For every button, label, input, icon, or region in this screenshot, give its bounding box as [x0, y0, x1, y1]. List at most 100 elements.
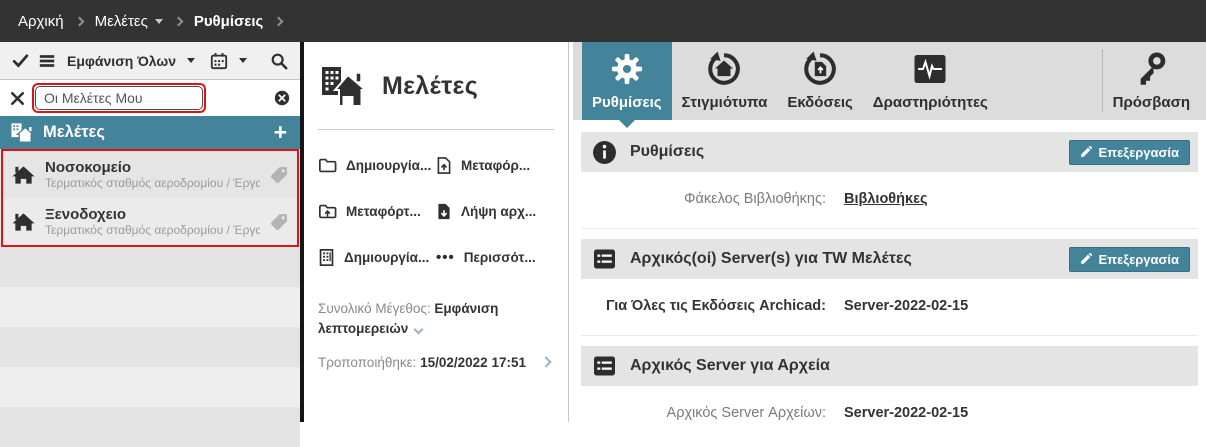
detail-panel: Μελέτες Δημιουργία... Μεταφόρ... Μεταφόρ… — [304, 42, 569, 422]
pencil-icon — [1081, 146, 1093, 157]
actions-grid: Δημιουργία... Μεταφόρ... Μεταφόρτ... Λήψ… — [318, 156, 554, 267]
detail-title: Μελέτες — [382, 71, 478, 100]
sidebar-toolbar: Εμφάνιση Όλων — [0, 42, 300, 80]
tab-snapshots[interactable]: Στιγμιότυπα — [672, 42, 778, 120]
row-value: Server-2022-02-15 — [844, 405, 969, 421]
building-icon — [318, 248, 335, 267]
search-input[interactable] — [35, 86, 203, 110]
action-label: Μεταφόρτ... — [346, 204, 421, 219]
folder-icon — [318, 157, 337, 174]
action-label: Δημιουργία... — [346, 158, 432, 173]
clear-search-icon[interactable] — [274, 90, 290, 106]
breadcrumb-projects-label: Μελέτες — [94, 12, 148, 30]
calendar-icon[interactable] — [210, 52, 228, 70]
list-item-hotel[interactable]: Ξενοδοχειο Τερματικός σταθμός αεροδρομίο… — [3, 198, 297, 245]
chevron-right-icon[interactable] — [540, 355, 552, 368]
sidebar-search-row — [0, 80, 300, 116]
section-file-server: Αρχικός Server για Αρχεία Αρχικός Server… — [581, 346, 1198, 442]
search-icon[interactable] — [270, 52, 288, 70]
activity-pulse-icon — [912, 49, 948, 89]
chevron-right-icon — [74, 16, 85, 26]
edit-settings-button[interactable]: Επεξεργασία — [1069, 139, 1190, 165]
breadcrumb-projects[interactable]: Μελέτες — [95, 13, 163, 30]
tab-label: Ρυθμίσεις — [592, 94, 662, 111]
add-project-button[interactable]: + — [274, 121, 290, 144]
archicad-versions-row: Για Όλες τις Εκδόσεις Archicad: Server-2… — [581, 279, 1198, 335]
tag-icon — [269, 212, 289, 232]
menu-icon[interactable] — [38, 52, 56, 70]
annotation-highlight-search — [32, 83, 206, 113]
section-title: Αρχικός(οί) Server(s) για TW Μελέτες — [630, 250, 912, 267]
more-actions-button[interactable]: ••• Περισσότ... — [436, 248, 554, 267]
list-empty-row — [0, 287, 300, 327]
total-size-label: Συνολικό Μέγεθος: — [318, 301, 431, 316]
chevron-down-icon[interactable] — [187, 58, 195, 63]
sidebar-list-header: Μελέτες + — [0, 116, 300, 149]
tab-label: Εκδόσεις — [787, 94, 853, 111]
section-title: Αρχικός Server για Αρχεία — [630, 357, 830, 374]
edit-button-label: Επεξεργασία — [1098, 251, 1179, 267]
filter-dropdown[interactable]: Εμφάνιση Όλων — [67, 53, 176, 69]
tab-label: Δραστηριότητες — [872, 94, 988, 111]
list-empty-row — [0, 327, 300, 367]
chevron-down-icon[interactable] — [239, 58, 247, 63]
list-empty-row — [0, 407, 300, 447]
tab-activities[interactable]: Δραστηριότητες — [863, 42, 998, 120]
tab-versions[interactable]: Εκδόσεις — [777, 42, 862, 120]
upload-file-button[interactable]: Μεταφόρ... — [436, 156, 554, 175]
download-file-button[interactable]: Λήψη αρχ... — [436, 202, 554, 221]
file-download-icon — [436, 202, 452, 221]
chevron-down-icon — [154, 18, 163, 24]
edit-button-label: Επεξεργασία — [1098, 144, 1179, 160]
item-title: Νοσοκομείο — [45, 159, 132, 176]
library-folder-link[interactable]: Βιβλιοθήκες — [844, 191, 928, 207]
breadcrumb-current-page: Ρυθμίσεις — [193, 12, 264, 30]
tab-access[interactable]: Πρόσβαση — [1103, 42, 1206, 120]
action-label: Δημιουργία... — [344, 250, 430, 265]
chevron-right-icon — [173, 16, 184, 26]
settings-content: Ρυθμίσεις Επεξεργασία Φάκελος Βιβλιοθήκη… — [573, 120, 1206, 442]
file-server-row: Αρχικός Server Αρχείων: Server-2022-02-1… — [581, 386, 1198, 442]
section-settings: Ρυθμίσεις Επεξεργασία Φάκελος Βιβλιοθήκη… — [581, 132, 1198, 229]
gear-icon — [610, 49, 644, 89]
row-label: Φάκελος Βιβλιοθήκης: — [683, 191, 826, 207]
sidebar-list-title: Μελέτες — [43, 123, 105, 141]
snapshot-cycle-house-icon — [705, 49, 743, 89]
list-item-hospital[interactable]: Νοσοκομείο Τερματικός σταθμός αεροδρομίο… — [3, 151, 297, 198]
server-icon — [592, 354, 617, 378]
info-icon — [592, 140, 617, 165]
key-icon — [1133, 49, 1169, 89]
row-label: Αρχικός Server Αρχείων: — [666, 405, 826, 421]
pencil-icon — [1081, 253, 1093, 264]
tab-settings[interactable]: Ρυθμίσεις — [582, 42, 672, 128]
create-project-button[interactable]: Δημιουργία... — [318, 248, 436, 267]
tab-label: Στιγμιότυπα — [681, 94, 768, 111]
edit-host-servers-button[interactable]: Επεξεργασία — [1069, 246, 1190, 272]
folder-upload-icon — [318, 203, 337, 220]
row-label: Για Όλες τις Εκδόσεις Archicad: — [606, 298, 826, 314]
file-upload-icon — [436, 156, 452, 175]
item-subtitle: Τερματικός σταθμός αεροδρομίου / Έργα ομ… — [45, 176, 260, 190]
tab-label: Πρόσβαση — [1112, 94, 1190, 111]
section-title: Ρυθμίσεις — [630, 143, 705, 160]
sidebar: Εμφάνιση Όλων Μελέτες + — [0, 42, 304, 447]
modified-value: 15/02/2022 17:51 — [420, 354, 526, 370]
list-empty-row — [0, 247, 300, 287]
projects-large-icon — [318, 63, 368, 109]
close-icon[interactable] — [10, 91, 25, 106]
section-host-servers: Αρχικός(οί) Server(s) για TW Μελέτες Επε… — [581, 239, 1198, 336]
chevron-down-icon[interactable] — [413, 324, 424, 335]
action-label: Περισσότ... — [463, 250, 536, 265]
item-subtitle: Τερματικός σταθμός αεροδρομίου / Έργα ομ… — [45, 223, 260, 237]
main-panel: Ρυθμίσεις Στιγμιότυπα Εκδόσεις Δραστηριό… — [573, 42, 1206, 422]
breadcrumb-home[interactable]: Αρχική — [18, 13, 64, 30]
server-icon — [592, 247, 617, 271]
select-check-icon[interactable] — [12, 52, 29, 69]
projects-icon — [10, 122, 34, 144]
list-empty-row — [0, 367, 300, 407]
house-icon — [11, 163, 36, 186]
divider — [318, 129, 554, 130]
create-folder-button[interactable]: Δημιουργία... — [318, 156, 436, 175]
upload-folder-button[interactable]: Μεταφόρτ... — [318, 202, 436, 221]
tag-icon — [269, 165, 289, 185]
